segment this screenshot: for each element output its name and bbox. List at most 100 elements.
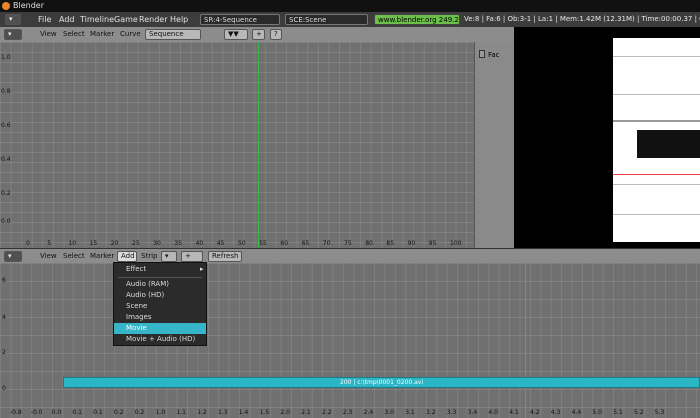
ipo-x-tick: 40 (195, 240, 204, 247)
seq-zoom-icon[interactable]: + (181, 251, 203, 262)
ipo-y-tick: 0.6 (1, 122, 11, 129)
seq-x-tick: 5.0 (592, 409, 602, 416)
ipo-editor-header: ▾ View Select Marker Curve Sequence ▼▼ +… (0, 27, 514, 42)
seq-y-tick: 6 (2, 277, 6, 284)
ipo-x-tick: 45 (216, 240, 225, 247)
seq-menu-marker[interactable]: Marker (90, 249, 114, 264)
seq-x-tick: 0.0 (51, 409, 62, 416)
ipo-lock-icon[interactable]: ▼▼ (224, 29, 248, 40)
sequencer-header: ▾ View Select Marker Add Strip ▾ + Refre… (0, 249, 700, 264)
ipo-x-tick: 75 (344, 240, 352, 247)
ipo-x-tick: 60 (280, 240, 289, 247)
fac-label: Fac (488, 51, 500, 59)
screen-field[interactable]: SR:4-Sequence (200, 14, 280, 25)
seq-x-tick: 3.2 (426, 409, 436, 416)
ipo-x-tick: 100 (450, 240, 462, 247)
seq-menu-select[interactable]: Select (63, 249, 85, 264)
seq-x-tick: 5.1 (613, 409, 623, 416)
ipo-x-tick: 15 (89, 240, 98, 247)
ipo-menu-curve[interactable]: Curve (120, 27, 141, 42)
seq-x-tick: -0.0 (30, 409, 43, 416)
menu-item-audio-ram[interactable]: Audio (RAM) (114, 279, 206, 290)
movie-strip[interactable]: 200 | c:\tmp\0001_0200.avi (63, 377, 700, 388)
ipo-x-tick: 25 (132, 240, 140, 247)
editor-type-button[interactable]: ▾ (5, 14, 21, 25)
window-titlebar: Blender (0, 0, 700, 12)
menu-item-movie[interactable]: Movie (114, 323, 206, 334)
ipo-y-tick: 1.0 (1, 54, 11, 61)
ipo-y-tick: 0.2 (1, 190, 11, 197)
ipo-x-tick: 35 (174, 240, 183, 247)
seq-editor-type-button[interactable]: ▾ (4, 251, 22, 262)
top-menu-bar: ▾ File Add Timeline Game Render Help SR:… (0, 12, 700, 27)
seq-x-tick: 2.4 (363, 409, 374, 416)
ipo-menu-select[interactable]: Select (63, 27, 85, 42)
seq-x-tick: 5.2 (634, 409, 644, 416)
refresh-button[interactable]: Refresh (208, 251, 242, 262)
seq-axis-labels: 6 4 2 0 -0.8 -0.0 0.0 0.1 0.1 0.2 0.2 1.0 1.1 1.2… (0, 263, 700, 418)
ipo-zoom-icon[interactable]: + (252, 29, 265, 40)
scene-stats: Ve:8 | Fa:6 | Ob:3-1 | La:1 | Mem:1.42M … (464, 15, 700, 23)
seq-x-tick: 1.3 (218, 409, 228, 416)
ipo-x-tick: 55 (259, 240, 267, 247)
seq-x-tick: 4.2 (530, 409, 540, 416)
seq-x-tick: 2.2 (322, 409, 332, 416)
submenu-arrow-icon: ▸ (200, 265, 204, 273)
seq-x-tick: 2.0 (280, 409, 290, 416)
menu-add[interactable]: Add (59, 12, 75, 27)
menu-render[interactable]: Render (139, 12, 167, 27)
seq-x-tick: 1.0 (155, 409, 166, 416)
ipo-x-tick: 90 (407, 240, 416, 247)
ipo-menu-view[interactable]: View (40, 27, 57, 42)
seq-x-tick: 1.4 (238, 409, 249, 416)
ipo-axis-labels: 1.0 0.8 0.6 0.4 0.2 0.0 0 5 10 15 20 25 30 35 40… (0, 42, 474, 248)
seq-x-tick: 4.0 (488, 409, 498, 416)
window-title: Blender (13, 1, 44, 10)
ipo-x-tick: 50 (238, 240, 246, 247)
preview-frame-image (613, 38, 700, 242)
ipo-y-tick: 0.8 (1, 88, 11, 95)
preview-text-shape (637, 130, 700, 158)
seq-x-tick: 3.0 (384, 409, 394, 416)
fac-checkbox[interactable] (479, 50, 485, 58)
menu-game[interactable]: Game (114, 12, 138, 27)
seq-x-tick: 4.4 (571, 409, 582, 416)
seq-x-tick: 0.1 (72, 409, 82, 416)
ipo-x-tick: 95 (428, 240, 437, 247)
ipo-x-tick: 70 (322, 240, 331, 247)
seq-x-tick: 3.4 (467, 409, 478, 416)
menu-file[interactable]: File (38, 12, 51, 27)
seq-x-tick: 4.3 (550, 409, 561, 416)
ipo-x-tick: 0 (26, 240, 30, 247)
ipo-y-tick: 0.4 (1, 156, 11, 163)
seq-x-tick: 2.3 (342, 409, 353, 416)
ipo-x-tick: 30 (153, 240, 161, 247)
ipo-menu-marker[interactable]: Marker (90, 27, 114, 42)
menu-item-effect[interactable]: Effect (114, 264, 206, 275)
ipo-help-icon[interactable]: ? (270, 29, 282, 40)
menu-timeline[interactable]: Timeline (80, 12, 114, 27)
seq-y-tick: 2 (2, 349, 6, 356)
ipo-editor-type-button[interactable]: ▾ (4, 29, 22, 40)
seq-x-tick: 3.1 (405, 409, 415, 416)
menu-separator (118, 277, 202, 278)
ipo-type-select[interactable]: Sequence (145, 29, 201, 40)
ipo-x-tick: 20 (110, 240, 119, 247)
menu-item-scene[interactable]: Scene (114, 301, 206, 312)
seq-menu-add[interactable]: Add (117, 251, 137, 262)
menu-item-movie-audio-hd[interactable]: Movie + Audio (HD) (114, 334, 206, 345)
menu-help[interactable]: Help (170, 12, 188, 27)
blender-logo-icon (2, 2, 10, 10)
seq-menu-view[interactable]: View (40, 249, 57, 264)
ipo-x-tick: 65 (301, 240, 310, 247)
blender-site-label: www.blender.org 249.2 (374, 14, 460, 25)
seq-x-tick: 1.2 (197, 409, 207, 416)
seq-x-tick: 1.5 (259, 409, 270, 416)
seq-x-tick: 2.1 (301, 409, 311, 416)
menu-item-images[interactable]: Images (114, 312, 206, 323)
seq-y-tick: 0 (2, 385, 6, 392)
seq-view-type-icon[interactable]: ▾ (161, 251, 177, 262)
menu-item-audio-hd[interactable]: Audio (HD) (114, 290, 206, 301)
seq-x-tick: -0.8 (10, 409, 22, 416)
scene-field[interactable]: SCE:Scene (285, 14, 368, 25)
